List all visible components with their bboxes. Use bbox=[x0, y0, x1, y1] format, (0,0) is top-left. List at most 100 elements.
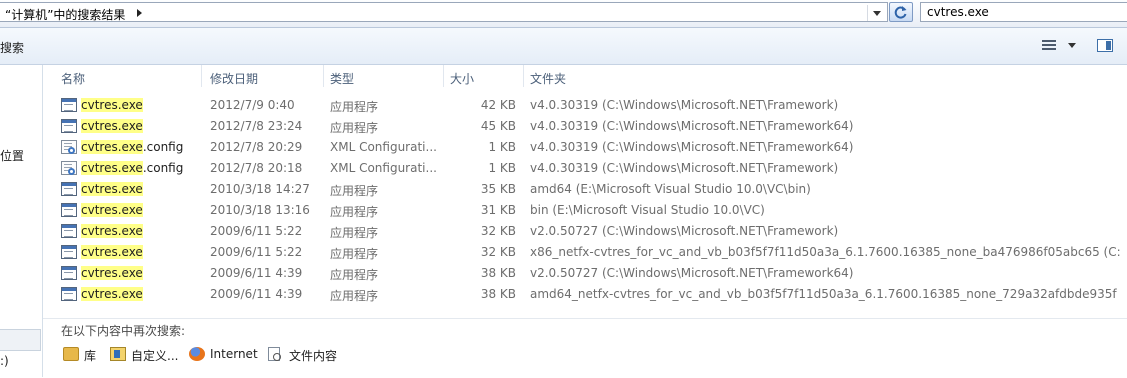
file-size: 35 KB bbox=[480, 182, 516, 196]
column-divider[interactable] bbox=[201, 65, 202, 87]
address-field[interactable]: “计算机”中的搜索结果 bbox=[0, 2, 888, 22]
file-row[interactable]: cvtres.exe 2012/7/9 0:40 应用程序 42 KB v4.0.303… bbox=[43, 95, 1127, 116]
search-match-highlight: cvtres.exe bbox=[81, 245, 143, 259]
exe-icon bbox=[61, 245, 77, 259]
file-extension: .config bbox=[142, 140, 184, 154]
file-name: cvtres.exe bbox=[81, 98, 143, 112]
file-folder: v2.0.50727 (C:\Windows\Microsoft.NET\Fra… bbox=[530, 266, 854, 280]
column-header-date[interactable]: 修改日期 bbox=[210, 70, 258, 87]
search-again-custom-label: 自定义... bbox=[131, 349, 179, 363]
command-bar: 搜索 bbox=[0, 28, 1127, 65]
file-name: cvtres.exe.config bbox=[81, 140, 183, 154]
nav-item-location[interactable]: 位置 bbox=[0, 147, 24, 164]
file-name: cvtres.exe.config bbox=[81, 161, 183, 175]
internet-browser-icon bbox=[189, 347, 205, 361]
file-size: 1 KB bbox=[488, 161, 516, 175]
search-query: cvtres.exe bbox=[927, 5, 989, 19]
search-match-highlight: cvtres.exe bbox=[81, 287, 143, 301]
file-extension: .config bbox=[142, 161, 184, 175]
change-view-button[interactable] bbox=[1040, 38, 1080, 54]
config-file-icon bbox=[61, 140, 77, 154]
file-name: cvtres.exe bbox=[81, 287, 143, 301]
search-input[interactable]: cvtres.exe bbox=[920, 2, 1127, 22]
file-row[interactable]: cvtres.exe 2010/3/18 13:16 应用程序 31 KB bin (E… bbox=[43, 200, 1127, 221]
file-name: cvtres.exe bbox=[81, 182, 143, 196]
file-name: cvtres.exe bbox=[81, 119, 143, 133]
exe-icon bbox=[61, 224, 77, 238]
nav-item-selected[interactable] bbox=[0, 329, 41, 351]
file-type: 应用程序 bbox=[330, 268, 379, 282]
search-again-library-label: 库 bbox=[84, 349, 97, 363]
library-icon bbox=[63, 347, 79, 361]
search-again-internet-label: Internet bbox=[210, 347, 258, 361]
exe-icon bbox=[61, 287, 77, 301]
file-size: 31 KB bbox=[480, 203, 516, 217]
column-divider[interactable] bbox=[323, 65, 324, 87]
nav-item-drive[interactable]: :) bbox=[0, 354, 9, 368]
file-name: cvtres.exe bbox=[81, 203, 143, 217]
file-name: cvtres.exe bbox=[81, 224, 143, 238]
file-date: 2009/6/11 4:39 bbox=[210, 266, 303, 280]
column-header-size[interactable]: 大小 bbox=[450, 70, 474, 87]
file-type: 应用程序 bbox=[330, 247, 379, 261]
search-match-highlight: cvtres.exe bbox=[81, 119, 143, 133]
file-size: 45 KB bbox=[480, 119, 516, 133]
breadcrumb[interactable]: “计算机”中的搜索结果 bbox=[5, 6, 125, 23]
file-row[interactable]: cvtres.exe.config 2012/7/8 20:29 XML Confi… bbox=[43, 137, 1127, 158]
file-date: 2012/7/8 20:18 bbox=[210, 161, 303, 175]
file-row[interactable]: cvtres.exe 2010/3/18 14:27 应用程序 35 KB amd64 … bbox=[43, 179, 1127, 200]
file-row[interactable]: cvtres.exe 2009/6/11 5:22 应用程序 32 KB x86_net… bbox=[43, 242, 1127, 263]
column-divider[interactable] bbox=[443, 65, 444, 87]
column-header-folder[interactable]: 文件夹 bbox=[530, 70, 566, 87]
address-history-dropdown-icon[interactable] bbox=[867, 5, 886, 21]
save-search-button[interactable]: 搜索 bbox=[0, 39, 24, 56]
file-folder: x86_netfx-cvtres_for_vc_and_vb_b03f5f7f1… bbox=[530, 245, 1120, 259]
file-row[interactable]: cvtres.exe 2009/6/11 4:39 应用程序 38 KB amd64_n… bbox=[43, 284, 1127, 305]
file-folder: v4.0.30319 (C:\Windows\Microsoft.NET\Fra… bbox=[530, 161, 839, 175]
file-type: XML Configurati... bbox=[330, 140, 437, 154]
search-match-highlight: cvtres.exe bbox=[81, 224, 143, 238]
search-match-highlight: cvtres.exe bbox=[81, 98, 143, 112]
custom-folder-icon bbox=[110, 347, 126, 361]
file-date: 2010/3/18 13:16 bbox=[210, 203, 310, 217]
column-divider[interactable] bbox=[523, 65, 524, 87]
column-headers: 名称 修改日期 类型 大小 文件夹 bbox=[43, 65, 1127, 89]
column-header-name[interactable]: 名称 bbox=[61, 70, 85, 87]
refresh-button[interactable] bbox=[889, 2, 913, 22]
search-again-panel: 在以下内容中再次搜索: 库 自定义... Internet 文件内容 bbox=[43, 318, 1127, 378]
file-row[interactable]: cvtres.exe 2012/7/8 23:24 应用程序 45 KB v4.0.30… bbox=[43, 116, 1127, 137]
file-row[interactable]: cvtres.exe 2009/6/11 4:39 应用程序 38 KB v2.0.50… bbox=[43, 263, 1127, 284]
file-size: 32 KB bbox=[480, 245, 516, 259]
file-folder: amd64 (E:\Microsoft Visual Studio 10.0\V… bbox=[530, 182, 811, 196]
file-name: cvtres.exe bbox=[81, 245, 143, 259]
file-type: XML Configurati... bbox=[330, 161, 437, 175]
column-header-type[interactable]: 类型 bbox=[330, 70, 354, 87]
preview-pane-toggle[interactable] bbox=[1097, 39, 1113, 52]
exe-icon bbox=[61, 119, 77, 133]
exe-icon bbox=[61, 98, 77, 112]
file-contents-icon bbox=[268, 347, 281, 361]
navigation-pane: 位置 :) bbox=[0, 65, 43, 377]
file-date: 2010/3/18 14:27 bbox=[210, 182, 310, 196]
search-match-highlight: cvtres.exe bbox=[81, 203, 143, 217]
search-match-highlight: cvtres.exe bbox=[81, 161, 143, 175]
file-size: 38 KB bbox=[480, 266, 516, 280]
exe-icon bbox=[61, 203, 77, 217]
details-view-icon bbox=[1042, 40, 1056, 51]
file-date: 2012/7/8 23:24 bbox=[210, 119, 303, 133]
file-folder: v2.0.50727 (C:\Windows\Microsoft.NET\Fra… bbox=[530, 224, 839, 238]
file-size: 32 KB bbox=[480, 224, 516, 238]
file-type: 应用程序 bbox=[330, 205, 379, 219]
refresh-icon bbox=[894, 6, 907, 19]
search-match-highlight: cvtres.exe bbox=[81, 182, 143, 196]
file-folder: v4.0.30319 (C:\Windows\Microsoft.NET\Fra… bbox=[530, 98, 839, 112]
file-row[interactable]: cvtres.exe 2009/6/11 5:22 应用程序 32 KB v2.0.50… bbox=[43, 221, 1127, 242]
search-again-label: 在以下内容中再次搜索: bbox=[61, 324, 186, 338]
search-again-file-contents-label: 文件内容 bbox=[289, 349, 338, 363]
file-date: 2009/6/11 5:22 bbox=[210, 224, 303, 238]
file-row[interactable]: cvtres.exe.config 2012/7/8 20:18 XML Confi… bbox=[43, 158, 1127, 179]
file-date: 2012/7/9 0:40 bbox=[210, 98, 295, 112]
exe-icon bbox=[61, 266, 77, 280]
breadcrumb-arrow-icon[interactable] bbox=[137, 9, 142, 17]
search-match-highlight: cvtres.exe bbox=[81, 140, 143, 154]
